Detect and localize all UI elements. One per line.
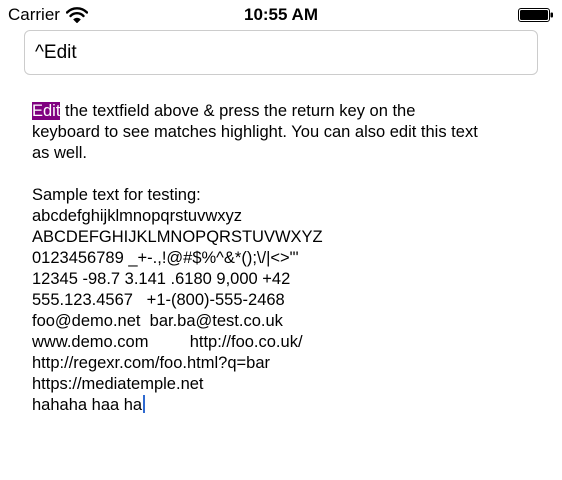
status-time: 10:55 AM [243,5,318,24]
battery-icon [518,8,553,22]
text-cursor [143,395,145,413]
body-text: the textfield above & press the return k… [32,102,478,414]
regex-search-field[interactable] [24,30,538,75]
match-highlight: Edit [32,102,61,120]
status-bar: Carrier 10:55 AM [0,0,562,30]
editable-text-view[interactable]: Edit the textfield above & press the ret… [32,101,542,416]
